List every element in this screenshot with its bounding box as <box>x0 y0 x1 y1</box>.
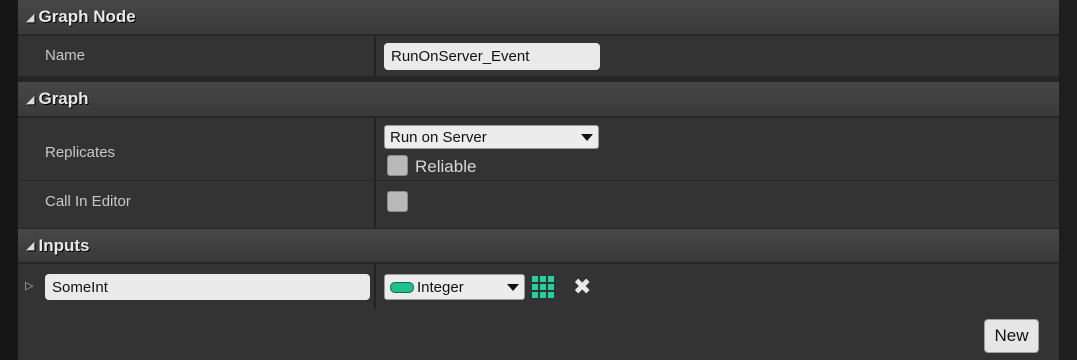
section-header-graph-node[interactable]: ◢ Graph Node <box>18 0 1059 34</box>
close-icon[interactable]: ✖ <box>573 274 591 300</box>
array-grid-icon[interactable] <box>532 276 554 298</box>
call-in-editor-checkbox[interactable] <box>387 191 408 212</box>
new-button[interactable]: New <box>984 319 1039 353</box>
replicates-value: Run on Server <box>390 128 487 146</box>
call-in-editor-label: Call In Editor <box>45 193 131 210</box>
details-panel: ◢ Graph Node Name RunOnServer_Event ◢ Gr… <box>18 0 1059 360</box>
section-header-inputs[interactable]: ◢ Inputs <box>18 229 1059 262</box>
triangle-down-icon: ◢ <box>26 93 35 106</box>
replicates-label: Replicates <box>45 144 116 161</box>
section-title-graph-node: Graph Node <box>38 7 136 26</box>
name-field[interactable]: RunOnServer_Event <box>384 43 600 70</box>
section-header-graph[interactable]: ◢ Graph <box>18 82 1059 116</box>
scrollbar[interactable] <box>1059 0 1077 360</box>
row-divider <box>18 180 1059 181</box>
param-name-field[interactable]: SomeInt <box>45 274 370 300</box>
row-inputs: ▷ SomeInt Integer ✖ New <box>18 264 1059 360</box>
column-divider <box>374 36 376 76</box>
chevron-down-icon <box>507 284 519 291</box>
reliable-checkbox[interactable] <box>387 155 408 176</box>
integer-pill-icon <box>390 281 414 293</box>
chevron-down-icon <box>581 134 593 141</box>
section-title-graph: Graph <box>38 89 89 108</box>
param-type-dropdown[interactable]: Integer <box>384 274 525 300</box>
param-type-value: Integer <box>417 278 464 296</box>
column-divider <box>374 264 376 309</box>
column-divider <box>374 118 376 228</box>
row-graph-props: Replicates Run on Server Reliable Call I… <box>18 118 1059 228</box>
replicates-dropdown[interactable]: Run on Server <box>384 125 599 149</box>
triangle-right-icon[interactable]: ▷ <box>25 279 33 292</box>
row-name: Name RunOnServer_Event <box>18 36 1059 76</box>
triangle-down-icon: ◢ <box>26 240 35 252</box>
name-label: Name <box>45 47 86 64</box>
triangle-down-icon: ◢ <box>26 11 35 24</box>
section-title-inputs: Inputs <box>38 235 90 255</box>
reliable-label: Reliable <box>415 157 477 176</box>
